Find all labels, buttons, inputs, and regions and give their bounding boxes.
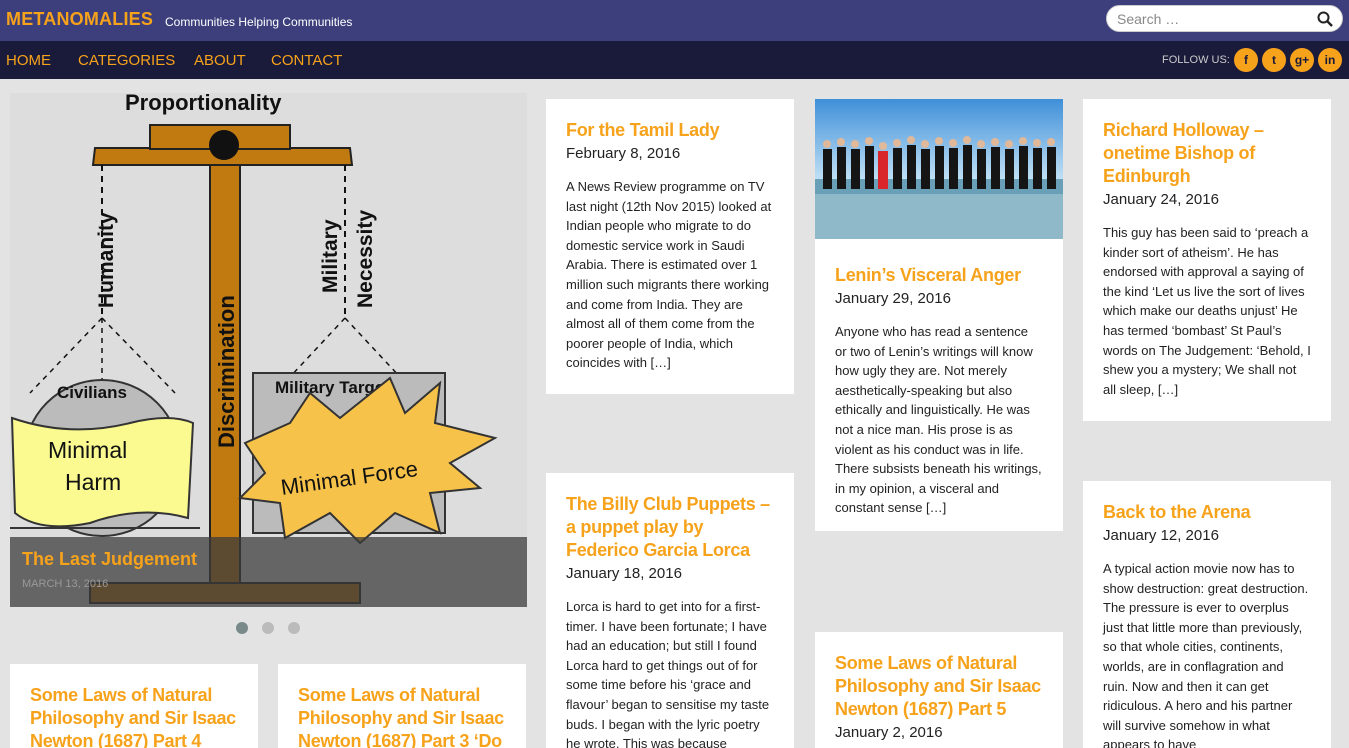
post-excerpt: This guy has been said to ‘preach a kind…	[1103, 225, 1311, 397]
post-title[interactable]: Some Laws of Natural Philosophy and Sir …	[298, 684, 506, 748]
post-card: Some Laws of Natural Philosophy and Sir …	[815, 632, 1063, 748]
follow-us-label: FOLLOW US:	[1162, 54, 1230, 66]
post-excerpt: Lorca is hard to get into for a first-ti…	[566, 599, 770, 748]
slide-caption: The Last Judgement March 13, 2016	[10, 537, 527, 607]
post-title[interactable]: Some Laws of Natural Philosophy and Sir …	[835, 652, 1043, 721]
featured-slider[interactable]: Proportionality Discrimination Humanity …	[10, 93, 527, 607]
post-title[interactable]: Back to the Arena	[1103, 501, 1311, 524]
top-header: METANOMALIES Communities Helping Communi…	[0, 0, 1349, 41]
post-date: January 2, 2016	[835, 724, 943, 741]
nav-categories[interactable]: CATEGORIES	[78, 52, 175, 69]
post-excerpt: Anyone who has read a sentence or two of…	[835, 324, 1042, 516]
proportionality-scale-image: Proportionality Discrimination Humanity …	[10, 93, 527, 607]
image-label-banner-2: Harm	[65, 469, 121, 495]
image-label-right-1: Military	[319, 219, 342, 293]
search-input[interactable]	[1117, 9, 1307, 29]
twitter-icon[interactable]: t	[1262, 48, 1286, 72]
googleplus-icon[interactable]: g+	[1290, 48, 1314, 72]
image-label-banner-1: Minimal	[48, 437, 127, 463]
post-date: January 18, 2016	[566, 565, 682, 582]
image-label-center: Discrimination	[214, 295, 239, 448]
nav-about[interactable]: ABOUT	[194, 52, 246, 69]
main-nav: HOME CATEGORIES ABOUT CONTACT FOLLOW US:…	[0, 41, 1349, 79]
image-label-right-2: Necessity	[354, 210, 377, 308]
site-logo[interactable]: METANOMALIES	[6, 9, 153, 30]
slide-title[interactable]: The Last Judgement	[22, 549, 197, 570]
image-label-left-pan: Civilians	[57, 383, 127, 402]
facebook-icon[interactable]: f	[1234, 48, 1258, 72]
post-excerpt: A News Review programme on TV last night…	[566, 179, 772, 371]
post-card: The Billy Club Puppets – a puppet play b…	[546, 473, 794, 748]
slider-dot-2[interactable]	[262, 622, 274, 634]
post-card: Back to the Arena January 12, 2016 A typ…	[1083, 481, 1331, 748]
search-icon[interactable]	[1317, 11, 1333, 27]
nav-home[interactable]: HOME	[6, 52, 51, 69]
post-date: February 8, 2016	[566, 145, 681, 162]
post-date: January 29, 2016	[835, 290, 951, 307]
post-date: January 24, 2016	[1103, 191, 1219, 208]
post-title[interactable]: Lenin’s Visceral Anger	[835, 264, 1043, 287]
image-label-left: Humanity	[95, 212, 118, 308]
post-excerpt: A typical action movie now has to show d…	[1103, 561, 1309, 748]
slide-date: March 13, 2016	[22, 578, 109, 590]
search-box	[1106, 5, 1343, 32]
post-card: Some Laws of Natural Philosophy and Sir …	[278, 664, 526, 748]
post-date: January 12, 2016	[1103, 527, 1219, 544]
slider-dot-1[interactable]	[236, 622, 248, 634]
post-card: Richard Holloway – onetime Bishop of Edi…	[1083, 99, 1331, 421]
nav-contact[interactable]: CONTACT	[271, 52, 342, 69]
post-card: Lenin’s Visceral Anger January 29, 2016 …	[815, 99, 1063, 531]
image-label-top: Proportionality	[125, 93, 282, 115]
post-title[interactable]: For the Tamil Lady	[566, 119, 774, 142]
post-card: For the Tamil Lady February 8, 2016 A Ne…	[546, 99, 794, 394]
slider-dot-3[interactable]	[288, 622, 300, 634]
post-title[interactable]: The Billy Club Puppets – a puppet play b…	[566, 493, 774, 562]
post-thumbnail[interactable]	[815, 99, 1063, 239]
site-tagline: Communities Helping Communities	[165, 15, 353, 29]
post-title[interactable]: Some Laws of Natural Philosophy and Sir …	[30, 684, 238, 748]
post-title[interactable]: Richard Holloway – onetime Bishop of Edi…	[1103, 119, 1311, 188]
post-card: Some Laws of Natural Philosophy and Sir …	[10, 664, 258, 748]
linkedin-icon[interactable]: in	[1318, 48, 1342, 72]
